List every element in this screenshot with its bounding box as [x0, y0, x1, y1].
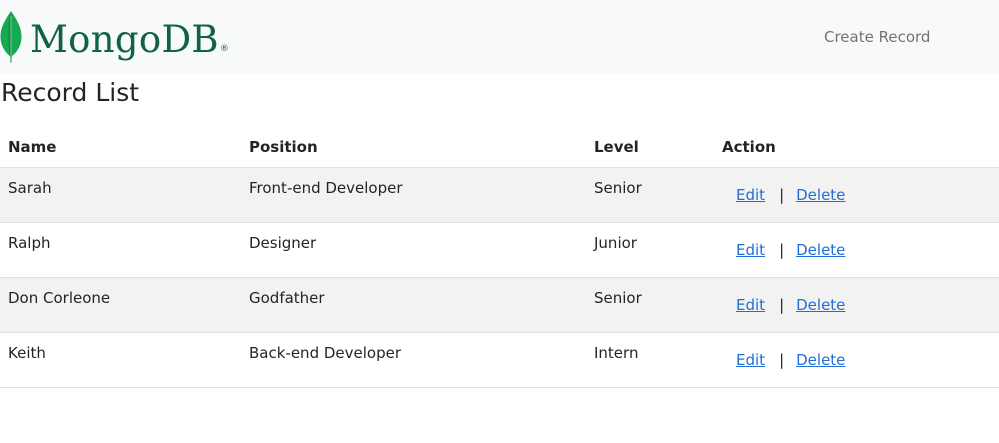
table-body: Sarah Front-end Developer Senior Edit | De… — [0, 167, 999, 388]
cell-name: Don Corleone — [0, 277, 241, 333]
cell-position: Front-end Developer — [241, 167, 586, 223]
cell-name: Keith — [0, 332, 241, 388]
table-header-row: Name Position Level Action — [0, 128, 999, 168]
cell-level: Intern — [586, 332, 714, 388]
action-separator: | — [779, 240, 785, 259]
brand-name: MongoDB — [30, 17, 219, 61]
cell-position: Godfather — [241, 277, 586, 333]
delete-button[interactable]: Delete — [796, 296, 845, 314]
edit-link[interactable]: Edit — [736, 296, 765, 314]
cell-level: Senior — [586, 277, 714, 333]
edit-link[interactable]: Edit — [736, 186, 765, 204]
header-level: Level — [586, 128, 714, 168]
registered-mark: ® — [219, 44, 229, 54]
cell-level: Junior — [586, 222, 714, 278]
page-title: Record List — [1, 78, 140, 107]
edit-link[interactable]: Edit — [736, 351, 765, 369]
table-row: Keith Back-end Developer Intern Edit | Del… — [0, 332, 999, 388]
action-separator: | — [779, 350, 785, 369]
header-position: Position — [241, 128, 586, 168]
mongodb-leaf-icon — [0, 11, 22, 63]
cell-position: Designer — [241, 222, 586, 278]
action-separator: | — [779, 185, 785, 204]
table-row: Ralph Designer Junior Edit | Delete — [0, 222, 999, 278]
table-header: Name Position Level Action — [0, 128, 999, 168]
brand-logo-link[interactable]: MongoDB ® — [0, 10, 229, 64]
header-name: Name — [0, 128, 241, 168]
delete-button[interactable]: Delete — [796, 186, 845, 204]
create-record-link[interactable]: Create Record — [824, 27, 930, 47]
cell-action: Edit | Delete — [714, 222, 999, 278]
table-row: Don Corleone Godfather Senior Edit | Delet… — [0, 277, 999, 333]
cell-name: Ralph — [0, 222, 241, 278]
cell-action: Edit | Delete — [714, 167, 999, 223]
delete-button[interactable]: Delete — [796, 241, 845, 259]
navbar: MongoDB ® Create Record — [0, 0, 999, 74]
cell-action: Edit | Delete — [714, 332, 999, 388]
cell-position: Back-end Developer — [241, 332, 586, 388]
records-table: Name Position Level Action Sarah Front-e… — [0, 128, 999, 388]
cell-name: Sarah — [0, 167, 241, 223]
edit-link[interactable]: Edit — [736, 241, 765, 259]
cell-action: Edit | Delete — [714, 277, 999, 333]
action-separator: | — [779, 295, 785, 314]
table-row: Sarah Front-end Developer Senior Edit | De… — [0, 167, 999, 223]
header-action: Action — [714, 128, 999, 168]
delete-button[interactable]: Delete — [796, 351, 845, 369]
cell-level: Senior — [586, 167, 714, 223]
